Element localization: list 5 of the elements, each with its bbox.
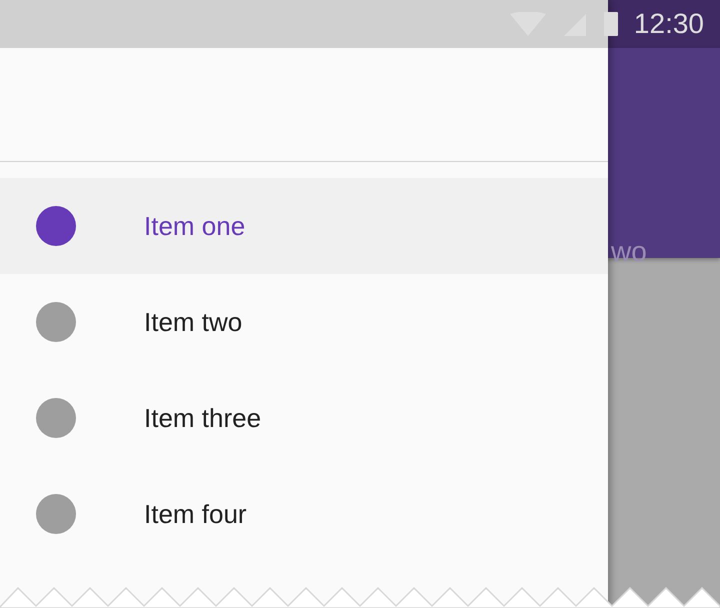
drawer-item[interactable]: Item one xyxy=(0,178,608,274)
clock-time: 12:30 xyxy=(634,8,704,40)
drawer-item[interactable]: Item two xyxy=(0,274,608,370)
drawer-item[interactable]: Item three xyxy=(0,370,608,466)
drawer-item[interactable]: Item four xyxy=(0,466,608,562)
